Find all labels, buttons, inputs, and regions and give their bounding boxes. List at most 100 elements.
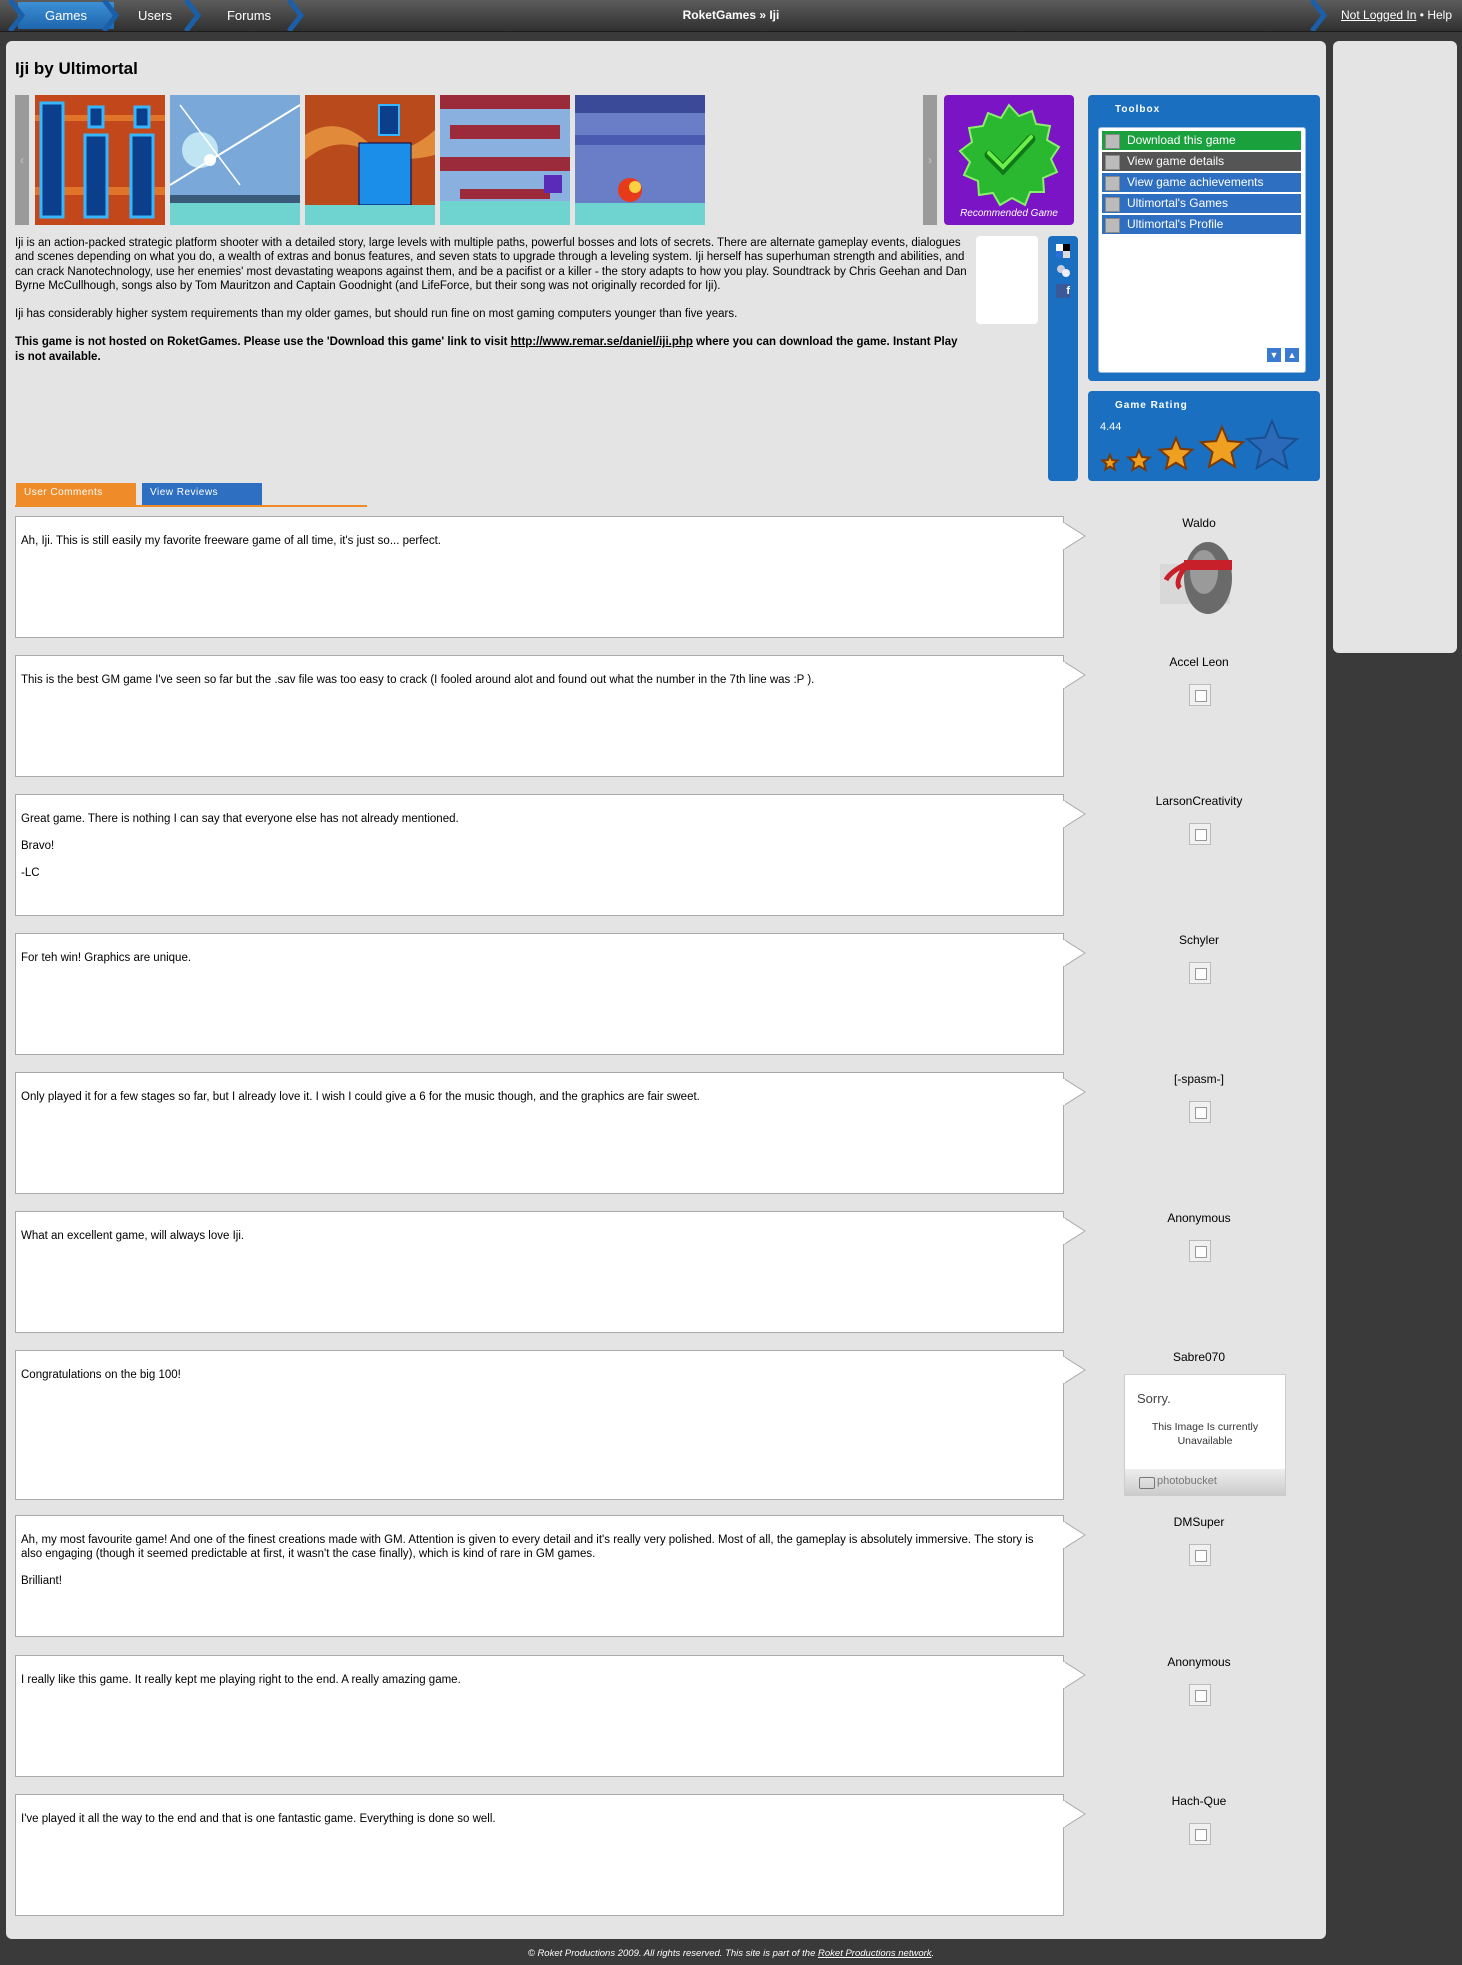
- default-avatar-icon: [1189, 823, 1211, 845]
- main-panel: Iji by Ultimortal ‹ › Recommended Game I…: [6, 41, 1326, 1939]
- comment-username[interactable]: DMSuper: [1094, 1515, 1304, 1529]
- toolbox-item-label: Ultimortal's Games: [1127, 196, 1228, 210]
- chevron-up-icon[interactable]: ▲: [1285, 348, 1299, 362]
- comment-box: This is the best GM game I've seen so fa…: [15, 655, 1064, 777]
- profile-icon: [1105, 218, 1120, 233]
- comment-username[interactable]: Hach-Que: [1094, 1794, 1304, 1808]
- comment-text: Ah, Iji. This is still easily my favorit…: [21, 534, 1051, 561]
- rating-stars: [1099, 418, 1300, 472]
- comment-box: Ah, my most favourite game! And one of t…: [15, 1515, 1064, 1637]
- comment-username[interactable]: Sabre070: [1094, 1350, 1304, 1364]
- comment-text: I really like this game. It really kept …: [21, 1673, 1051, 1700]
- network-link[interactable]: Roket Productions network: [818, 1948, 932, 1959]
- description-paragraph: Iji has considerably higher system requi…: [15, 308, 738, 321]
- speech-tail: [1063, 1661, 1086, 1689]
- comment-text: Only played it for a few stages so far, …: [21, 1090, 1051, 1117]
- footer: © Roket Productions 2009. All rights res…: [0, 1948, 1462, 1959]
- view-achievements-button[interactable]: View game achievements: [1102, 173, 1301, 192]
- speech-tail: [1063, 661, 1086, 689]
- comment-text: Congratulations on the big 100!: [21, 1368, 1051, 1395]
- screenshot-thumbnail[interactable]: [575, 95, 705, 225]
- screenshot-thumbnail[interactable]: [170, 95, 300, 225]
- toolbox-panel: Toolbox Download this game View game det…: [1088, 95, 1320, 381]
- comment-box: Congratulations on the big 100!: [15, 1350, 1064, 1500]
- rating-star-icon[interactable]: [1198, 424, 1246, 469]
- photobucket-message: This Image Is currently: [1151, 1421, 1259, 1433]
- comment-text: This is the best GM game I've seen so fa…: [21, 673, 1051, 700]
- toolbox-title: Toolbox: [1115, 104, 1161, 115]
- help-link[interactable]: Help: [1427, 8, 1452, 22]
- rating-star-icon[interactable]: [1125, 447, 1153, 472]
- comment-username[interactable]: [-spasm-]: [1094, 1072, 1304, 1086]
- screenshot-thumbnail[interactable]: [35, 95, 165, 225]
- comment-box: Great game. There is nothing I can say t…: [15, 794, 1064, 916]
- share-widget-box: [976, 236, 1038, 324]
- breadcrumb: RoketGames » Iji: [682, 8, 780, 22]
- comment-paragraph: Bravo!: [21, 840, 55, 852]
- chevron-down-icon[interactable]: ▼: [1267, 348, 1281, 362]
- download-icon: [1105, 134, 1120, 149]
- user-links: Not Logged In • Help: [1341, 0, 1452, 31]
- camera-icon: [1139, 1477, 1155, 1489]
- screenshot-thumbnail[interactable]: [305, 95, 435, 225]
- details-icon: [1105, 155, 1120, 170]
- tab-user-comments[interactable]: User Comments: [16, 483, 136, 505]
- gallery-prev-button[interactable]: ‹: [15, 95, 29, 225]
- digg-icon[interactable]: [1056, 264, 1070, 278]
- comment-username[interactable]: Schyler: [1094, 933, 1304, 947]
- comment-box: I really like this game. It really kept …: [15, 1655, 1064, 1777]
- toolbox-item-label: Ultimortal's Profile: [1127, 217, 1224, 231]
- comment-paragraph: I really like this game. It really kept …: [21, 1674, 461, 1686]
- hosting-note-text: This game is not hosted on RoketGames. P…: [15, 336, 511, 349]
- comment-username[interactable]: Anonymous: [1094, 1211, 1304, 1225]
- recommended-game-badge: Recommended Game: [944, 95, 1074, 225]
- toolbox-list: Download this game View game details Vie…: [1098, 127, 1306, 373]
- comment-text: Great game. There is nothing I can say t…: [21, 812, 1051, 893]
- view-game-details-button[interactable]: View game details: [1102, 152, 1301, 171]
- comment-username[interactable]: Anonymous: [1094, 1655, 1304, 1669]
- games-icon: [1105, 197, 1120, 212]
- login-status-link[interactable]: Not Logged In: [1341, 8, 1416, 22]
- download-game-button[interactable]: Download this game: [1102, 131, 1301, 150]
- comment-paragraph: Only played it for a few stages so far, …: [21, 1091, 700, 1103]
- comment-text: For teh win! Graphics are unique.: [21, 951, 1051, 978]
- rating-star-icon[interactable]: [1244, 418, 1300, 471]
- footer-text: © Roket Productions 2009. All rights res…: [527, 1948, 819, 1959]
- chevron-right-icon: [1310, 0, 1328, 31]
- tab-underline: [15, 505, 367, 507]
- delicious-icon[interactable]: [1056, 244, 1070, 258]
- comment-paragraph: Great game. There is nothing I can say t…: [21, 813, 459, 825]
- default-avatar-icon: [1189, 962, 1211, 984]
- comment-paragraph: Congratulations on the big 100!: [21, 1369, 181, 1381]
- comment-paragraph: Ah, Iji. This is still easily my favorit…: [21, 535, 441, 547]
- comment-paragraph: What an excellent game, will always love…: [21, 1230, 245, 1242]
- default-avatar-icon: [1189, 1240, 1211, 1262]
- separator: •: [1419, 8, 1424, 22]
- share-icons-strip: f: [1048, 236, 1078, 481]
- comment-paragraph: This is the best GM game I've seen so fa…: [21, 674, 815, 686]
- speech-tail: [1063, 1217, 1086, 1245]
- photobucket-footer: photobucket: [1125, 1469, 1285, 1495]
- comment-text: What an excellent game, will always love…: [21, 1229, 1051, 1256]
- ninja-avatar: [1160, 542, 1232, 614]
- achievements-icon: [1105, 176, 1120, 191]
- gallery-next-button[interactable]: ›: [923, 95, 937, 225]
- tab-view-reviews[interactable]: View Reviews: [142, 483, 262, 505]
- comment-paragraph: Brilliant!: [21, 1575, 62, 1587]
- facebook-icon[interactable]: f: [1056, 284, 1070, 298]
- hosting-note: This game is not hosted on RoketGames. P…: [15, 335, 970, 364]
- comment-username[interactable]: LarsonCreativity: [1094, 794, 1304, 808]
- screenshot-image: [440, 95, 570, 225]
- speech-tail: [1063, 800, 1086, 828]
- comment-username[interactable]: Accel Leon: [1094, 655, 1304, 669]
- comment-username[interactable]: Waldo: [1094, 516, 1304, 530]
- speech-tail: [1063, 1356, 1086, 1384]
- rating-star-icon[interactable]: [1157, 435, 1195, 471]
- author-profile-button[interactable]: Ultimortal's Profile: [1102, 215, 1301, 234]
- rating-star-icon[interactable]: [1099, 452, 1121, 472]
- external-download-link[interactable]: http://www.remar.se/daniel/iji.php: [511, 336, 693, 348]
- game-description: Iji is an action-packed strategic platfo…: [15, 236, 970, 378]
- comment-box: Ah, Iji. This is still easily my favorit…: [15, 516, 1064, 638]
- screenshot-thumbnail[interactable]: [440, 95, 570, 225]
- author-games-button[interactable]: Ultimortal's Games: [1102, 194, 1301, 213]
